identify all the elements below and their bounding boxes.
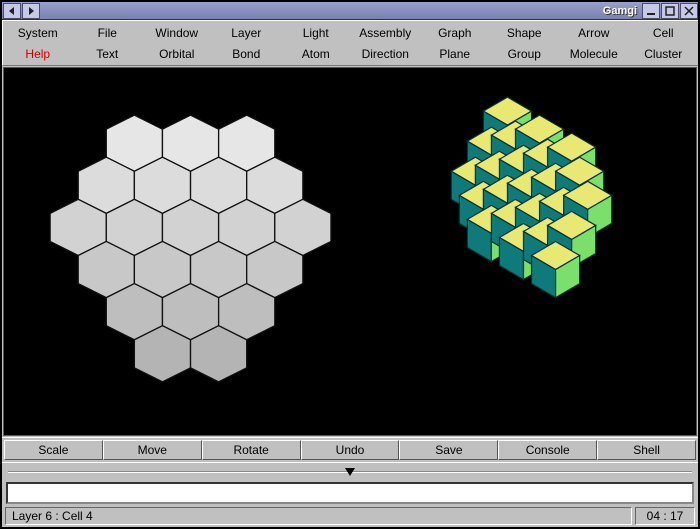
menu-cell[interactable]: Cell: [629, 24, 699, 42]
menu-help[interactable]: Help: [3, 45, 73, 63]
undo-button[interactable]: Undo: [301, 440, 400, 460]
command-input[interactable]: [6, 482, 694, 504]
status-time: 04 : 17: [635, 507, 695, 525]
menu-shape[interactable]: Shape: [490, 24, 560, 42]
honeycomb-cluster: [50, 115, 331, 382]
menu-atom[interactable]: Atom: [281, 45, 351, 63]
slider-thumb-icon[interactable]: [345, 465, 355, 479]
menu-light[interactable]: Light: [281, 24, 351, 42]
menubar: System File Window Layer Light Assembly …: [2, 20, 698, 66]
menu-system[interactable]: System: [3, 24, 73, 42]
menu-arrow[interactable]: Arrow: [559, 24, 629, 42]
menu-orbital[interactable]: Orbital: [142, 45, 212, 63]
menu-graph[interactable]: Graph: [420, 24, 490, 42]
window-title: Gamgi: [603, 5, 637, 17]
toolbar: Scale Move Rotate Undo Save Console Shel…: [2, 437, 698, 462]
titlebar: Gamgi: [2, 2, 698, 20]
menu-layer[interactable]: Layer: [212, 24, 282, 42]
menu-molecule[interactable]: Molecule: [559, 45, 629, 63]
menu-group[interactable]: Group: [490, 45, 560, 63]
maximize-icon[interactable]: [661, 3, 679, 19]
shell-button[interactable]: Shell: [597, 440, 696, 460]
menu-bond[interactable]: Bond: [212, 45, 282, 63]
cube-cluster: [451, 97, 611, 298]
value-slider[interactable]: [2, 462, 698, 480]
menu-window[interactable]: Window: [142, 24, 212, 42]
save-button[interactable]: Save: [399, 440, 498, 460]
menu-file[interactable]: File: [73, 24, 143, 42]
scene-svg: [4, 68, 696, 435]
move-button[interactable]: Move: [103, 440, 202, 460]
status-context: Layer 6 : Cell 4: [5, 507, 632, 525]
viewport-3d[interactable]: [3, 67, 697, 436]
console-button[interactable]: Console: [498, 440, 597, 460]
menu-plane[interactable]: Plane: [420, 45, 490, 63]
close-icon[interactable]: [680, 3, 698, 19]
menu-cluster[interactable]: Cluster: [629, 45, 699, 63]
scale-button[interactable]: Scale: [4, 440, 103, 460]
statusbar: Layer 6 : Cell 4 04 : 17: [2, 506, 698, 527]
window-menu-left-icon[interactable]: [3, 3, 21, 19]
minimize-icon[interactable]: [642, 3, 660, 19]
rotate-button[interactable]: Rotate: [202, 440, 301, 460]
menu-text[interactable]: Text: [73, 45, 143, 63]
menu-direction[interactable]: Direction: [351, 45, 421, 63]
menu-assembly[interactable]: Assembly: [351, 24, 421, 42]
window-menu-right-icon[interactable]: [22, 3, 40, 19]
